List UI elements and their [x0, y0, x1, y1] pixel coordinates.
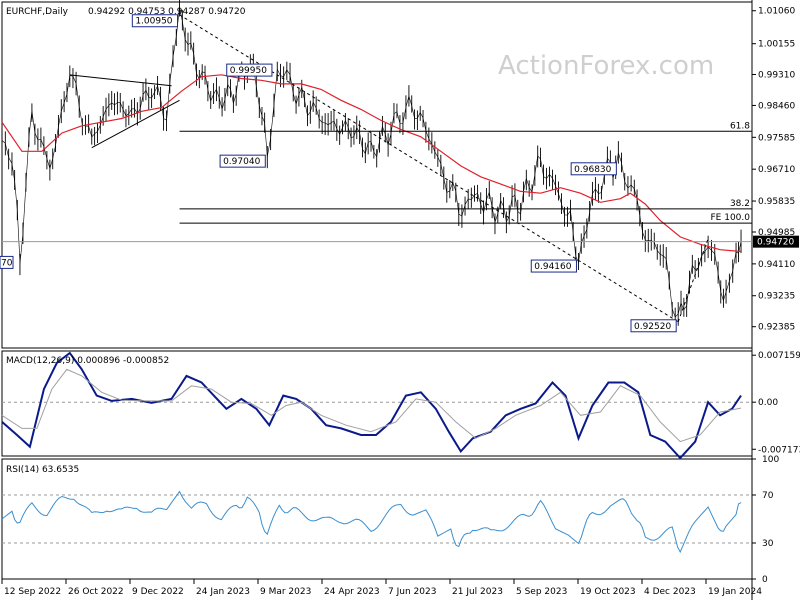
price-ytick-label-3: 0.98460: [758, 101, 795, 111]
left-edge-label: 70: [1, 258, 13, 268]
price-level-label-1: 38.2: [730, 199, 750, 209]
price-ytick-label-6: 0.95835: [758, 197, 795, 207]
price-title: EURCHF,Daily: [6, 7, 69, 17]
price-ytick-label-7: 0.94985: [758, 228, 795, 238]
price-ohlc: 0.94292 0.94753 0.94287 0.94720: [88, 7, 246, 17]
x-tick-label-3: 24 Jan 2023: [196, 587, 250, 597]
price-ytick-label-8: 0.94110: [758, 260, 795, 270]
watermark: ActionForex.com: [498, 51, 714, 81]
price-annotation-0: 1.00950: [135, 17, 172, 27]
price-ytick-label-1: 1.00155: [758, 40, 795, 50]
price-ytick-label-10: 0.92385: [758, 323, 795, 333]
macd-title: MACD(12,26,9) 0.000896 -0.000852: [6, 356, 169, 366]
x-tick-label-8: 5 Sep 2023: [516, 587, 567, 597]
x-tick-label-7: 21 Jul 2023: [452, 587, 503, 597]
x-tick-label-4: 9 Mar 2023: [260, 587, 311, 597]
price-ytick-label-9: 0.93235: [758, 292, 795, 302]
price-ytick-label-0: 1.01060: [758, 7, 795, 17]
rsi-ytick-label-1: 70: [762, 491, 774, 501]
price-annotation-1: 0.99950: [230, 66, 267, 76]
chart: ActionForex.com 1.01060 1.00155 0.99310 0.98…: [0, 0, 800, 600]
x-tick-label-2: 9 Dec 2022: [132, 587, 184, 597]
price-annotation-4: 0.94160: [534, 262, 571, 272]
rsi-title: RSI(14) 63.6535: [6, 465, 79, 475]
price-ytick-label-5: 0.96710: [758, 165, 795, 175]
price-ytick-label-2: 0.99310: [758, 70, 795, 80]
price-ytick-label-4: 0.97585: [758, 133, 795, 143]
x-tick-label-10: 4 Dec 2023: [644, 587, 696, 597]
price-level-label-2: FE 100.0: [711, 213, 751, 223]
chart-background: [0, 0, 800, 600]
x-tick-label-1: 26 Oct 2022: [68, 587, 124, 597]
last-price-label: 0.94720: [757, 238, 794, 248]
rsi-ytick-label-2: 30: [762, 539, 774, 549]
price-annotation-3: 0.96830: [574, 165, 611, 175]
x-tick-label-5: 24 Apr 2023: [324, 587, 380, 597]
x-tick-label-9: 19 Oct 2023: [580, 587, 636, 597]
rsi-ytick-label-0: 100: [762, 455, 779, 465]
macd-ytick-label-2: -0.007173: [758, 445, 800, 455]
rsi-ytick-label-3: 0: [762, 575, 768, 585]
x-tick-label-6: 7 Jun 2023: [388, 587, 436, 597]
macd-ytick-label-0: 0.007159: [758, 351, 800, 361]
price-level-label-0: 61.8: [730, 121, 750, 131]
price-annotation-5: 0.92520: [634, 322, 671, 332]
x-tick-label-0: 12 Sep 2022: [4, 587, 61, 597]
price-annotation-2: 0.97040: [223, 157, 260, 167]
macd-ytick-label-1: 0.00: [758, 398, 778, 408]
x-tick-label-11: 19 Jan 2024: [708, 587, 762, 597]
